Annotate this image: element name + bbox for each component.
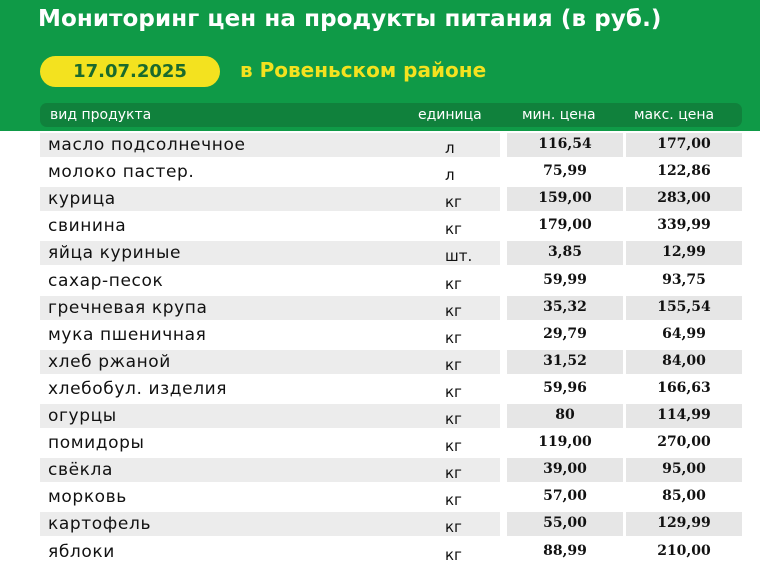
min-price: 3,85 [507,241,623,266]
table-row: морковь кг 57,00 85,00 [40,485,745,511]
column-header-product: вид продукта [50,107,152,123]
min-price: 35,32 [507,295,623,320]
max-price: 155,54 [626,295,742,320]
product-unit: кг [445,464,462,483]
max-price: 95,00 [626,458,742,483]
max-price: 129,99 [626,512,742,537]
table-row: масло подсолнечное л 116,54 177,00 [40,133,745,159]
column-header-min: мин. цена [522,107,596,123]
product-unit: кг [445,410,462,428]
table-row: свинина кг 179,00 339,99 [40,214,745,240]
table-row: гречневая крупа кг 35,32 155,54 [40,295,745,322]
page-title: Мониторинг цен на продукты питания (в ру… [38,6,662,32]
product-unit: кг [445,545,462,564]
product-unit: кг [445,437,462,456]
max-price: 339,99 [626,214,742,239]
date-badge: 17.07.2025 [40,56,220,87]
product-unit: шт. [445,247,473,266]
min-price: 57,00 [507,485,623,510]
table-row: молоко пастер. л 75,99 122,86 [40,160,745,186]
min-price: 116,54 [507,133,623,157]
product-name: масло подсолнечное [40,133,500,157]
product-name: яйца куриные [40,241,500,266]
product-unit: л [445,139,455,157]
product-unit: кг [445,382,462,401]
min-price: 159,00 [507,187,623,212]
min-price: 80 [507,404,623,428]
table-row: картофель кг 55,00 129,99 [40,512,745,538]
min-price: 59,99 [507,268,623,293]
max-price: 270,00 [626,431,742,456]
max-price: 84,00 [626,349,742,374]
table-row: сахар-песок кг 59,99 93,75 [40,268,745,295]
table-row: хлеб ржаной кг 31,52 84,00 [40,349,745,376]
min-price: 59,96 [507,376,623,401]
product-name: мука пшеничная [48,324,207,345]
product-name: сахар-песок [48,270,164,291]
max-price: 93,75 [626,268,742,293]
min-price: 88,99 [507,539,623,564]
table-row: хлебобул. изделия кг 59,96 166,63 [40,376,745,403]
max-price: 166,63 [626,376,742,401]
product-unit: кг [445,518,462,537]
district-label: в Ровеньском районе [240,58,487,82]
max-price: 64,99 [626,322,742,347]
product-name: помидоры [48,433,145,454]
table-row: мука пшеничная кг 29,79 64,99 [40,322,745,349]
header-banner: Мониторинг цен на продукты питания (в ру… [0,0,760,131]
product-unit: кг [445,491,462,510]
max-price: 85,00 [626,485,742,510]
product-unit: кг [445,220,462,239]
product-name: молоко пастер. [48,162,195,183]
product-name: огурцы [40,404,500,428]
column-header-unit: единица [418,107,482,123]
max-price: 210,00 [626,539,742,564]
product-name: курица [40,187,500,212]
max-price: 12,99 [626,241,742,266]
product-unit: кг [445,301,462,320]
product-unit: кг [445,193,462,212]
min-price: 75,99 [507,160,623,185]
column-header-max: макс. цена [634,107,715,123]
max-price: 122,86 [626,160,742,185]
product-unit: кг [445,328,462,347]
min-price: 29,79 [507,322,623,347]
product-name: хлеб ржаной [40,349,500,374]
product-name: хлебобул. изделия [48,378,228,399]
max-price: 177,00 [626,133,742,157]
min-price: 39,00 [507,458,623,483]
product-name: свинина [48,216,127,237]
product-unit: кг [445,355,462,374]
table-row: яйца куриные шт. 3,85 12,99 [40,241,745,267]
product-name: гречневая крупа [40,295,500,320]
product-name: морковь [48,487,127,508]
table-row: свёкла кг 39,00 95,00 [40,458,745,484]
max-price: 283,00 [626,187,742,212]
table-row: помидоры кг 119,00 270,00 [40,431,745,457]
product-name: яблоки [48,541,115,562]
column-header-bar: вид продукта единица мин. цена макс. цен… [40,103,742,127]
table-row: курица кг 159,00 283,00 [40,187,745,213]
product-name: картофель [40,512,500,537]
table-row: яблоки кг 88,99 210,00 [40,539,745,566]
product-name: свёкла [40,458,500,483]
product-unit: кг [445,274,462,293]
table-row: огурцы кг 80 114,99 [40,404,745,430]
max-price: 114,99 [626,404,742,428]
min-price: 179,00 [507,214,623,239]
product-unit: л [445,166,455,185]
min-price: 55,00 [507,512,623,537]
min-price: 119,00 [507,431,623,456]
min-price: 31,52 [507,349,623,374]
